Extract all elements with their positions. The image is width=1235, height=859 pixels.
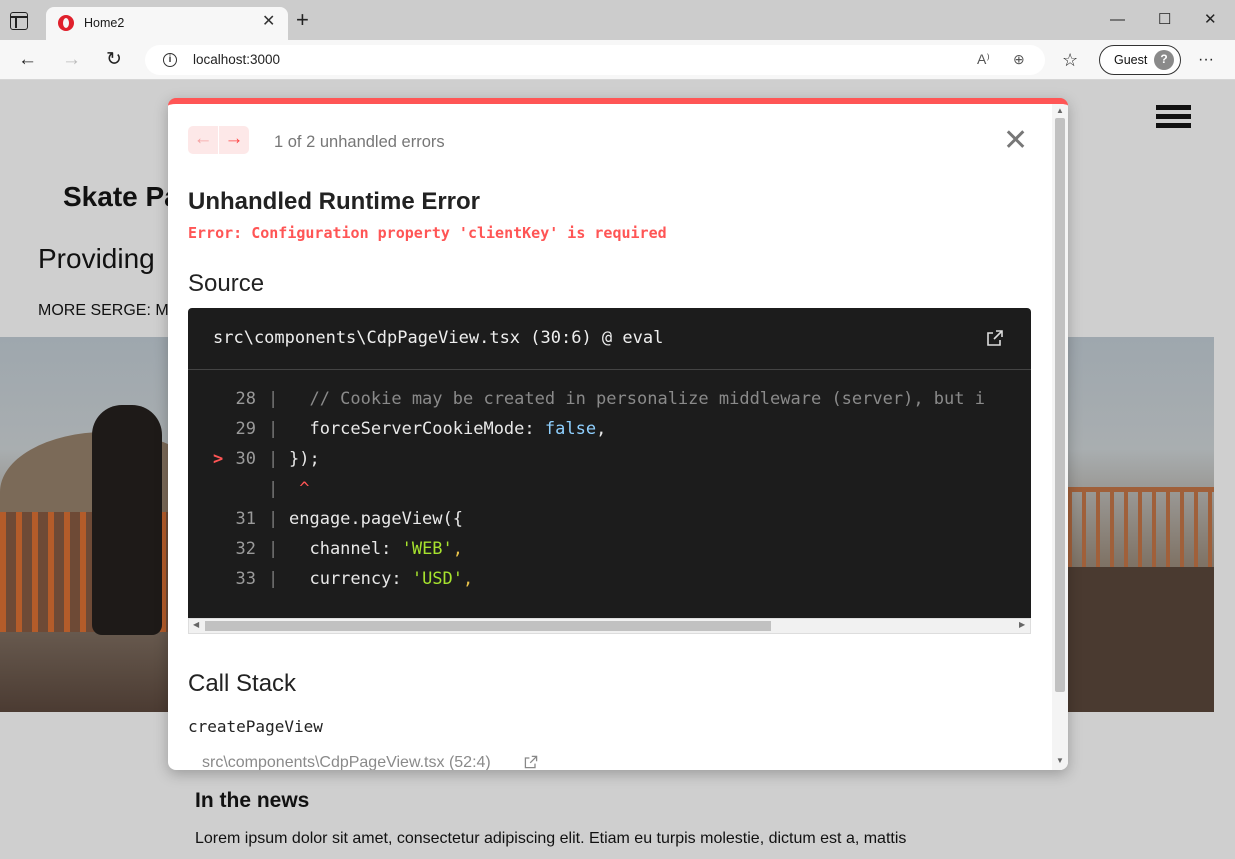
site-brand: Skate Pa [63,181,180,212]
line-gutter: | [268,449,279,469]
address-bar[interactable]: i localhost:3000 A⁾ ⊕ [145,45,1045,75]
overlay-scroll-thumb[interactable] [1055,118,1065,692]
hamburger-menu-icon[interactable] [1156,105,1191,128]
tab-home2[interactable]: Home2 ✕ [46,7,288,40]
code-line: | ^ [188,476,1031,506]
code-horizontal-scrollbar[interactable]: ◀ ▶ [188,618,1031,634]
hero-subheading: MORE SERGE: M [38,302,169,319]
news-title: In the news [195,789,310,812]
overlay-vertical-scrollbar[interactable]: ▲ ▼ [1052,104,1068,770]
error-overlay-dialog: ← → 1 of 2 unhandled errors ✕ Unhandled … [168,98,1068,770]
source-heading: Source [188,270,265,297]
site-info-icon[interactable]: i [163,53,177,67]
code-line: >30 |}); [188,446,1031,476]
scroll-right-icon[interactable]: ▶ [1019,620,1025,629]
forward-icon[interactable]: → [62,49,81,71]
error-title: Unhandled Runtime Error [188,188,481,215]
line-gutter: | [268,509,279,529]
code-text: ^ [289,479,310,499]
stack-frame-file[interactable]: src\components\CdpPageView.tsx (52:4) [202,754,491,770]
refresh-icon[interactable]: ↻ [106,49,122,71]
code-line: 28 | // Cookie may be created in personal… [188,386,1031,416]
next-error-button[interactable]: → [219,126,249,154]
maximize-icon[interactable]: ☐ [1158,10,1171,30]
close-overlay-icon[interactable]: ✕ [1003,126,1028,156]
code-text: engage.pageView({ [289,509,463,529]
call-stack-heading: Call Stack [188,670,297,697]
tab-actions-icon[interactable] [10,12,28,30]
line-number: 30 [235,449,256,469]
guest-profile-button[interactable]: Guest [1099,45,1181,75]
line-gutter: | [268,419,279,439]
code-text: channel: 'WEB', [289,539,464,559]
tab-close-icon[interactable]: ✕ [262,13,275,31]
line-number: 28 [235,389,256,409]
code-line: 33 | currency: 'USD', [188,566,1031,596]
guest-avatar-icon [1154,50,1174,70]
source-code-frame: src\components\CdpPageView.tsx (30:6) @ … [188,308,1031,634]
code-text: // Cookie may be created in personalize … [289,389,985,409]
line-number: 33 [235,569,256,589]
zoom-icon[interactable]: ⊕ [1013,51,1025,68]
opera-favicon-icon [58,15,74,31]
source-file-header[interactable]: src\components\CdpPageView.tsx (30:6) @ … [188,308,1031,370]
minimize-icon[interactable]: — [1110,10,1125,30]
line-number: 29 [235,419,256,439]
back-icon[interactable]: ← [18,49,37,71]
error-count: 1 of 2 unhandled errors [274,133,445,151]
scroll-left-icon[interactable]: ◀ [193,620,199,629]
line-gutter: | [268,479,279,499]
line-gutter: | [268,389,279,409]
stack-frame-function: createPageView [188,717,323,736]
window-close-icon[interactable]: ✕ [1204,10,1217,30]
line-number: 31 [235,509,256,529]
code-text: }); [289,449,320,469]
open-stack-frame-icon[interactable] [523,754,539,770]
line-number: 32 [235,539,256,559]
open-in-editor-icon[interactable] [985,328,1005,348]
error-nav: ← → [188,126,250,154]
new-tab-icon[interactable]: + [296,9,309,31]
scroll-down-icon[interactable]: ▼ [1056,756,1064,765]
tab-bar: Home2 ✕ + — ☐ ✕ [0,0,1235,40]
line-gutter: | [268,569,279,589]
previous-error-button[interactable]: ← [188,126,218,154]
favorites-icon[interactable]: ☆ [1062,49,1078,71]
line-gutter: | [268,539,279,559]
source-file-path[interactable]: src\components\CdpPageView.tsx (30:6) @ … [213,328,663,348]
scroll-up-icon[interactable]: ▲ [1056,106,1064,115]
error-overlay-content: ← → 1 of 2 unhandled errors ✕ Unhandled … [168,104,1052,770]
browser-toolbar: ← → ↻ i localhost:3000 A⁾ ⊕ ☆ Guest ··· [0,40,1235,80]
code-text: forceServerCookieMode: false, [289,419,607,439]
code-line: 32 | channel: 'WEB', [188,536,1031,566]
read-aloud-icon[interactable]: A⁾ [977,51,990,68]
news-body: Lorem ipsum dolor sit amet, consectetur … [195,830,907,847]
code-line: 31 | engage.pageView({ [188,506,1031,536]
url-text[interactable]: localhost:3000 [193,52,280,67]
code-text: currency: 'USD', [289,569,474,589]
error-message: Error: Configuration property 'clientKey… [188,224,667,242]
hero-heading: Providing [38,243,155,274]
code-line: 29 | forceServerCookieMode: false, [188,416,1031,446]
settings-menu-icon[interactable]: ··· [1198,49,1214,71]
error-line-marker: > [213,449,224,469]
code-scroll-thumb[interactable] [205,621,771,631]
guest-label: Guest [1114,53,1148,67]
tab-title: Home2 [84,16,125,30]
